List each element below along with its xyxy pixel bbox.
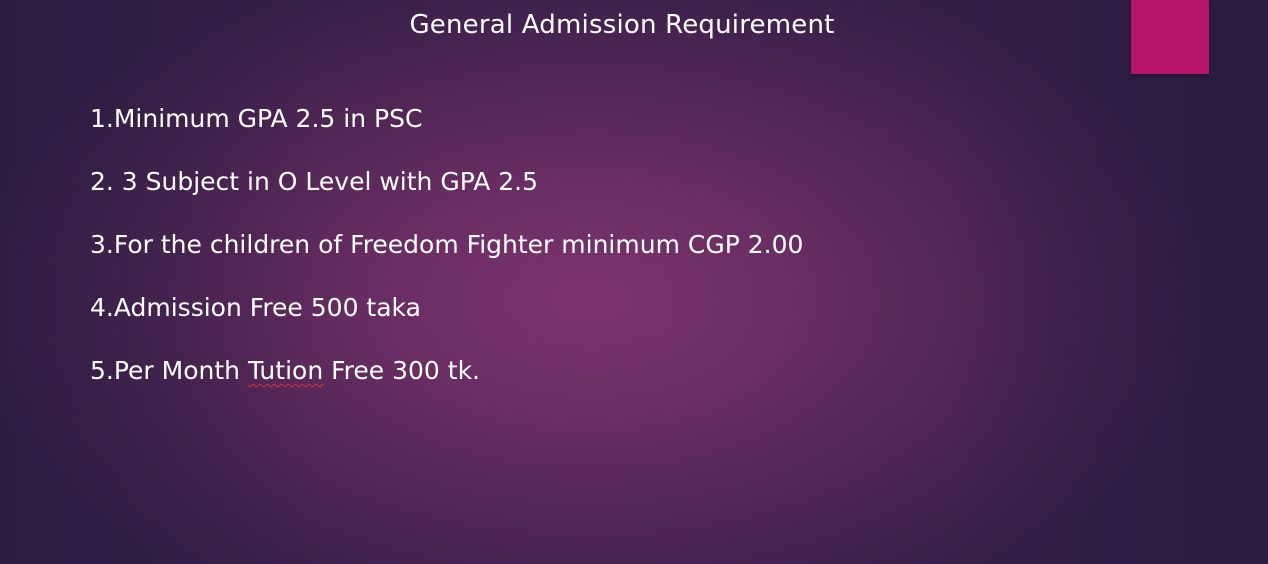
- requirement-item-4[interactable]: 4.Admission Free 500 taka: [90, 293, 803, 323]
- requirement-item-5[interactable]: 5.Per Month Tution Free 300 tk.: [90, 356, 803, 386]
- requirements-list[interactable]: 1.Minimum GPA 2.5 in PSC 2. 3 Subject in…: [90, 104, 803, 419]
- requirement-item-3[interactable]: 3.For the children of Freedom Fighter mi…: [90, 230, 803, 260]
- requirement-item-2[interactable]: 2. 3 Subject in O Level with GPA 2.5: [90, 167, 803, 197]
- requirement-item-5-suffix: Free 300 tk.: [323, 356, 481, 385]
- slide-title[interactable]: General Admission Requirement: [0, 10, 1244, 40]
- spellcheck-flagged-word[interactable]: Tution: [248, 356, 323, 385]
- slide-canvas: General Admission Requirement 1.Minimum …: [0, 0, 1268, 564]
- requirement-item-1[interactable]: 1.Minimum GPA 2.5 in PSC: [90, 104, 803, 134]
- requirement-item-5-prefix: 5.Per Month: [90, 356, 248, 385]
